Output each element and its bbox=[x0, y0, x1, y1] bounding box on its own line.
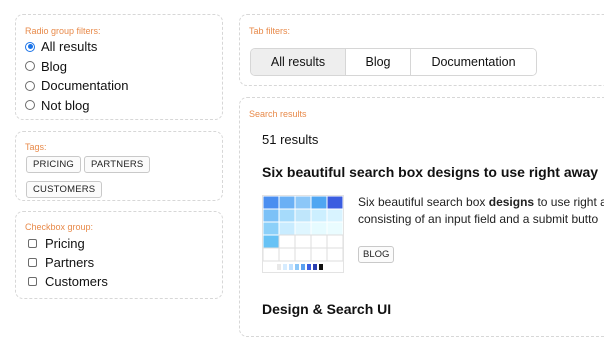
snippet-text: to use right a bbox=[534, 195, 604, 209]
result-title-link[interactable]: Six beautiful search box designs to use … bbox=[262, 164, 598, 180]
radio-button[interactable] bbox=[25, 100, 35, 111]
radio-option-label: All results bbox=[41, 39, 98, 55]
tags-panel: Tags: PRICING PARTNERS CUSTOMERS bbox=[15, 131, 223, 201]
snippet-text: consisting of an input field and a submi… bbox=[358, 212, 599, 226]
radio-option-all-results[interactable]: All results bbox=[25, 37, 128, 57]
tag-list: PRICING PARTNERS CUSTOMERS bbox=[26, 154, 216, 204]
checkbox-label: Partners bbox=[45, 255, 95, 270]
checkbox-option-customers[interactable]: Customers bbox=[28, 272, 108, 291]
tab-filters-label: Tab filters: bbox=[249, 26, 291, 36]
radio-group-panel: Radio group filters: All results Blog Do… bbox=[15, 14, 223, 120]
radio-option-documentation[interactable]: Documentation bbox=[25, 76, 128, 96]
checkbox-group-panel: Checkbox group: Pricing Partners Custome… bbox=[15, 211, 223, 299]
radio-button[interactable] bbox=[25, 61, 35, 72]
result-tag-blog[interactable]: BLOG bbox=[358, 246, 395, 263]
result-title-link[interactable]: Design & Search UI bbox=[262, 301, 391, 317]
thumbnail-grid-graphic bbox=[262, 195, 344, 270]
checkbox-group-label: Checkbox group: bbox=[25, 222, 94, 232]
checkbox[interactable] bbox=[28, 277, 37, 286]
search-results-panel: Search results 51 results Six beautiful … bbox=[239, 97, 604, 337]
radio-group-label: Radio group filters: bbox=[25, 26, 101, 36]
radio-option-not-blog[interactable]: Not blog bbox=[25, 96, 128, 116]
checkbox-label: Pricing bbox=[45, 236, 85, 251]
radio-option-label: Blog bbox=[41, 58, 68, 74]
tag-pricing[interactable]: PRICING bbox=[26, 156, 81, 173]
checkbox-label: Customers bbox=[45, 274, 108, 289]
tab-filters-panel: Tab filters: All results Blog Documentat… bbox=[239, 14, 604, 86]
radio-option-label: Not blog bbox=[41, 97, 90, 113]
radio-option-blog[interactable]: Blog bbox=[25, 57, 128, 77]
results-count: 51 results bbox=[262, 132, 319, 147]
radio-button[interactable] bbox=[25, 80, 35, 91]
radio-button-checked[interactable] bbox=[25, 41, 35, 52]
tag-customers[interactable]: CUSTOMERS bbox=[26, 181, 103, 198]
checkbox-option-pricing[interactable]: Pricing bbox=[28, 234, 108, 253]
tab-blog[interactable]: Blog bbox=[346, 49, 411, 75]
checkbox[interactable] bbox=[28, 258, 37, 267]
tab-documentation[interactable]: Documentation bbox=[411, 49, 536, 75]
tag-partners[interactable]: PARTNERS bbox=[84, 156, 151, 173]
tags-label: Tags: bbox=[25, 142, 47, 152]
snippet-text: Six beautiful search box bbox=[358, 195, 489, 209]
result-snippet: Six beautiful search box designs to use … bbox=[358, 194, 604, 228]
tab-bar: All results Blog Documentation bbox=[250, 48, 537, 76]
snippet-highlight: designs bbox=[488, 195, 535, 209]
checkbox-group: Pricing Partners Customers bbox=[28, 234, 108, 291]
search-results-label: Search results bbox=[249, 109, 307, 119]
tab-all-results[interactable]: All results bbox=[251, 49, 346, 75]
checkbox[interactable] bbox=[28, 239, 37, 248]
radio-group: All results Blog Documentation Not blog bbox=[25, 37, 128, 115]
result-thumbnail-image[interactable] bbox=[262, 195, 344, 273]
checkbox-option-partners[interactable]: Partners bbox=[28, 253, 108, 272]
radio-option-label: Documentation bbox=[41, 78, 129, 94]
